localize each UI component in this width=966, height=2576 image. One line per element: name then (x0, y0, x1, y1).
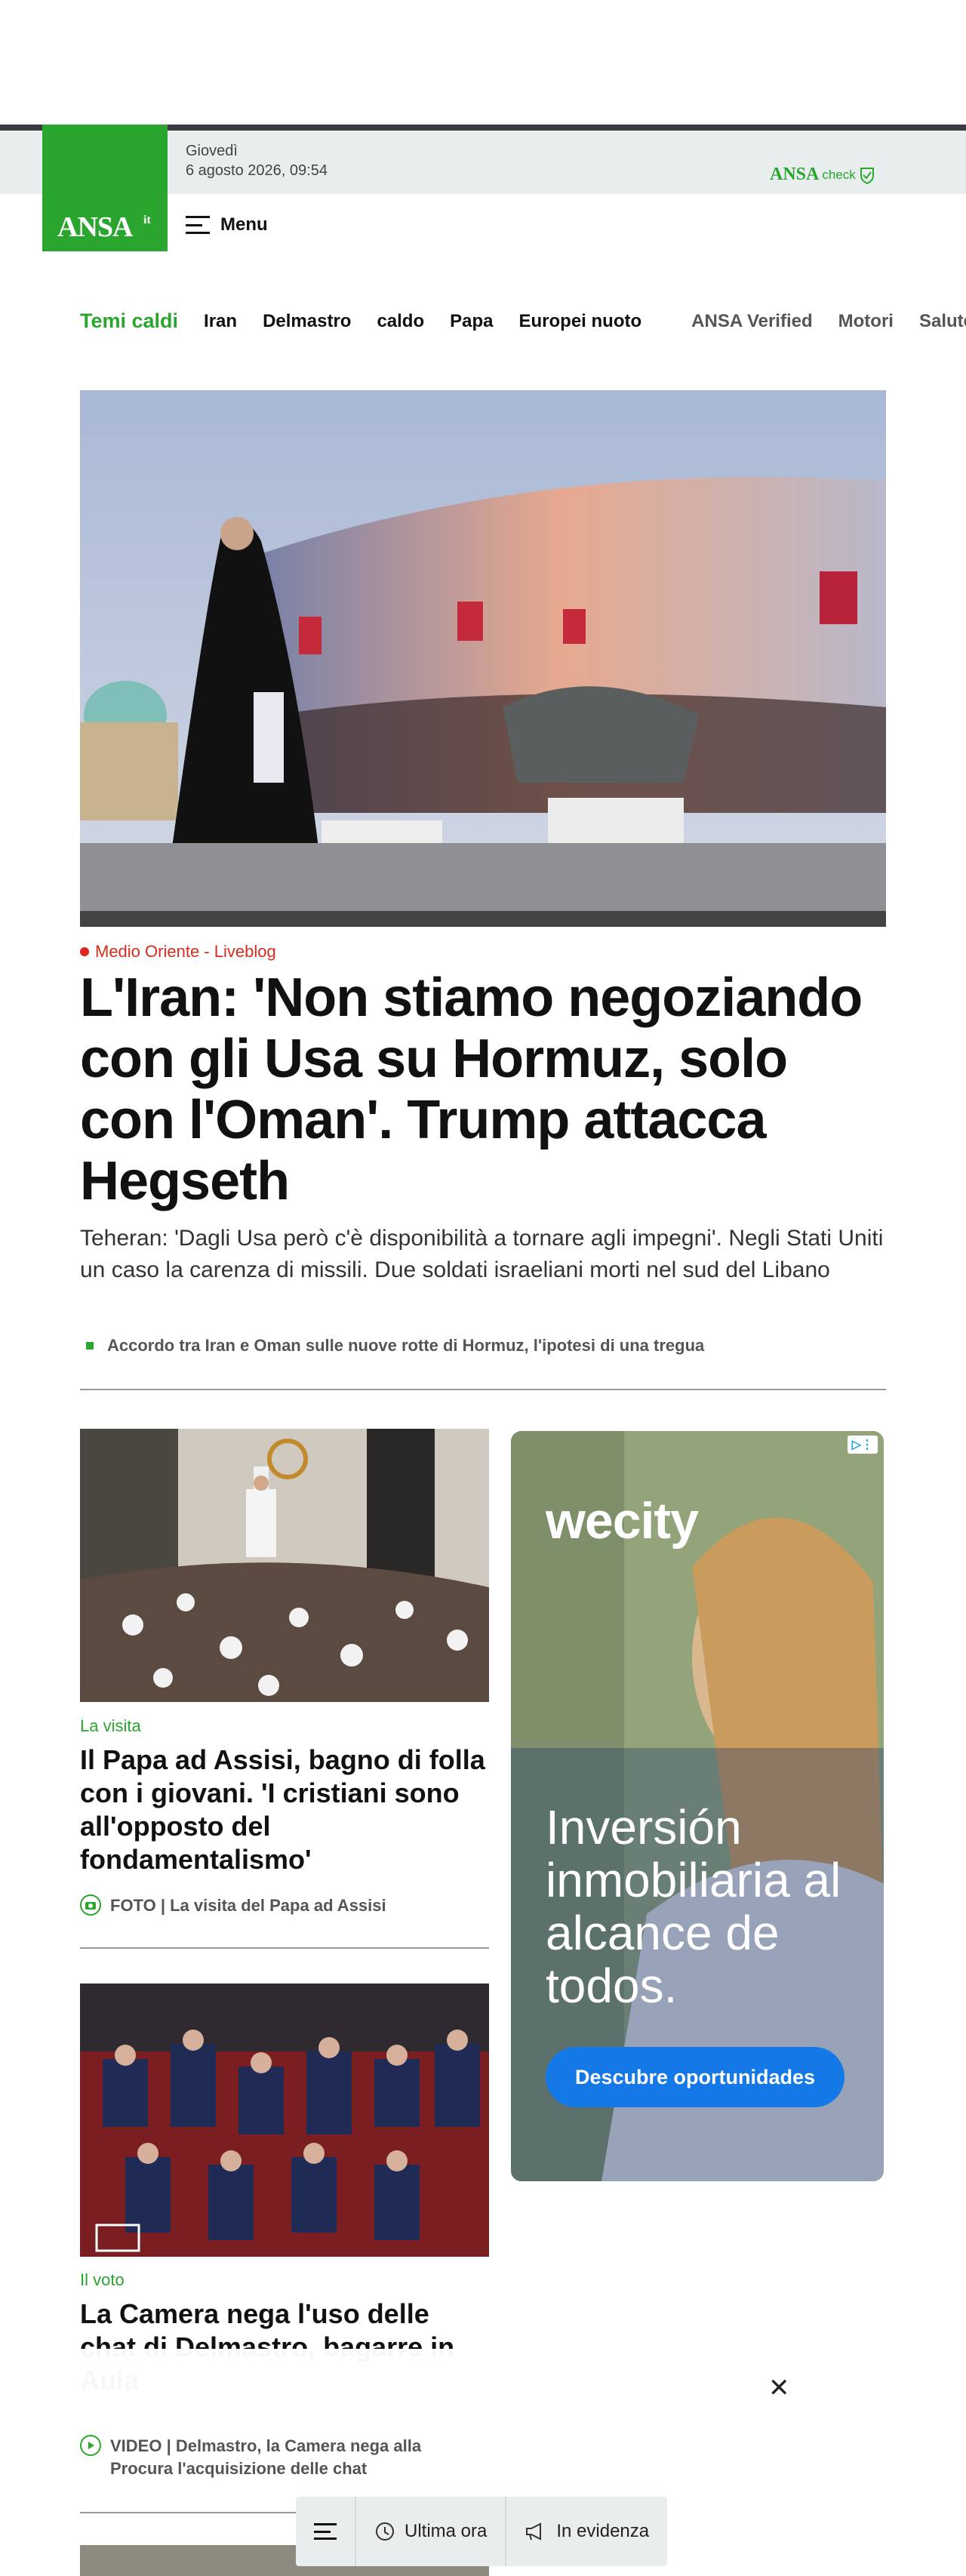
photo-gallery-link[interactable]: FOTO | La visita del Papa ad Assisi (80, 1894, 472, 1917)
section-salute[interactable]: Salute& (919, 311, 966, 332)
logo-text: ANSA (57, 211, 133, 243)
camera-icon (80, 1894, 101, 1916)
bottom-menu-button[interactable] (296, 2497, 356, 2566)
video-link-text: VIDEO | Delmastro, la Camera nega alla P… (110, 2436, 422, 2478)
logo-suffix: it (143, 214, 151, 226)
current-date: Giovedì 6 agosto 2026, 09:54 (186, 141, 328, 180)
shield-check-icon (860, 167, 874, 184)
weekday: Giovedì (186, 143, 238, 159)
latest-news-button[interactable]: Ultima ora (356, 2497, 507, 2566)
ad-choices-icon[interactable]: ▷⋮ (847, 1436, 878, 1454)
related-text: Accordo tra Iran e Oman sulle nuove rott… (107, 1336, 705, 1355)
hot-topics-label: Temi caldi (80, 309, 179, 332)
hamburger-icon (314, 2523, 337, 2540)
live-dot-icon (80, 947, 89, 956)
bullet-square-icon (86, 1342, 94, 1350)
date-time: 6 agosto 2026, 09:54 (186, 162, 328, 179)
topic-europei-nuoto[interactable]: Europei nuoto (519, 311, 642, 332)
ad-cta-button[interactable]: Descubre oportunidades (546, 2047, 844, 2107)
close-icon[interactable]: ✕ (768, 2373, 790, 2403)
topic-iran[interactable]: Iran (204, 311, 237, 332)
gallery-link-text: FOTO | La visita del Papa ad Assisi (110, 1896, 386, 1915)
megaphone-icon (526, 2522, 542, 2541)
hamburger-icon (186, 216, 210, 234)
topics-nav: Temi caldi Iran Delmastro caldo Papa Eur… (80, 309, 966, 333)
ansa-check-link[interactable]: ANSA check (770, 165, 875, 185)
topic-delmastro[interactable]: Delmastro (263, 311, 351, 332)
hero-title[interactable]: L'Iran: 'Non stiamo negoziando con gli U… (80, 968, 886, 1212)
hero-summary: Teheran: 'Dagli Usa però c'è disponibili… (80, 1226, 884, 1282)
card-category[interactable]: Il voto (80, 2270, 125, 2290)
featured-button[interactable]: In evidenza (506, 2497, 667, 2566)
bottom-nav: Ultima ora In evidenza (296, 2497, 668, 2566)
divider (80, 1389, 886, 1390)
card-image-papa[interactable] (80, 1429, 489, 1702)
video-link[interactable]: VIDEO | Delmastro, la Camera nega alla P… (80, 2435, 472, 2480)
topic-caldo[interactable]: caldo (377, 311, 424, 332)
ansa-logo[interactable]: ANSA it (42, 125, 168, 251)
hero-related-link[interactable]: Accordo tra Iran e Oman sulle nuove rott… (86, 1336, 704, 1356)
photo-papa-assisi (80, 1429, 489, 1702)
card-image-camera[interactable] (80, 1984, 489, 2257)
advertisement[interactable]: ▷⋮ wecity Inversión inmobiliaria al alca… (511, 1431, 884, 2181)
ad-brand: wecity (546, 1492, 699, 1550)
play-icon (80, 2435, 101, 2456)
clock-icon (376, 2522, 394, 2541)
menu-button[interactable]: Menu (186, 214, 268, 235)
ad-headline: Inversión inmobiliaria al alcance de tod… (546, 1800, 841, 2013)
top-blank-area (0, 0, 966, 125)
featured-label: In evidenza (556, 2521, 650, 2541)
topic-papa[interactable]: Papa (450, 311, 493, 332)
section-motori[interactable]: Motori (838, 311, 894, 332)
divider (80, 1947, 489, 1949)
hero-kicker[interactable]: Medio Oriente - Liveblog (80, 942, 276, 962)
card-category[interactable]: La visita (80, 1716, 141, 1736)
card-title[interactable]: Il Papa ad Assisi, bagno di folla con i … (80, 1743, 488, 1876)
latest-label: Ultima ora (405, 2521, 488, 2541)
hero-photo-tehran-mural (80, 390, 886, 927)
check-suffix: check (822, 167, 856, 182)
photo-camera-aula (80, 1984, 489, 2257)
section-ansa-verified[interactable]: ANSA Verified (691, 311, 813, 332)
menu-label: Menu (220, 214, 268, 235)
hero-image[interactable] (80, 390, 886, 927)
kicker-text: Medio Oriente - Liveblog (95, 942, 276, 961)
check-brand: ANSA (770, 165, 820, 184)
